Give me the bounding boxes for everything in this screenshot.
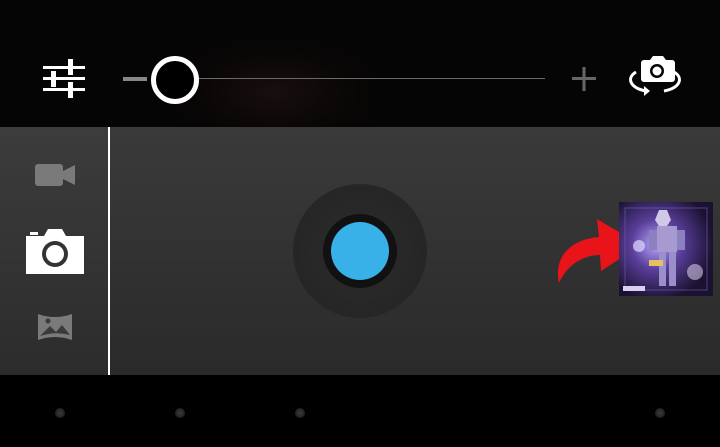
zoom-out-minus-icon[interactable] [121, 70, 149, 88]
video-camera-icon [35, 164, 75, 186]
settings-sliders-icon[interactable] [41, 57, 87, 101]
zoom-in-plus-icon[interactable] [570, 64, 598, 94]
zoom-slider-thumb[interactable] [151, 56, 199, 104]
nav-indicator-dot [655, 408, 665, 418]
camera-icon [26, 229, 84, 274]
thumbnail-image [619, 202, 713, 296]
nav-indicator-dot [175, 408, 185, 418]
nav-indicator-dot [295, 408, 305, 418]
system-navigation-bar [0, 375, 720, 447]
viewfinder-preview [175, 40, 375, 127]
photo-mode-button[interactable] [24, 226, 86, 276]
video-mode-button[interactable] [33, 160, 77, 190]
panorama-mode-button[interactable] [36, 311, 74, 343]
switch-camera-icon[interactable] [624, 52, 686, 102]
zoom-slider-track[interactable] [175, 78, 545, 79]
shutter-button[interactable] [331, 222, 389, 280]
nav-indicator-dot [55, 408, 65, 418]
last-photo-thumbnail[interactable] [619, 202, 713, 296]
panorama-icon [38, 314, 72, 340]
